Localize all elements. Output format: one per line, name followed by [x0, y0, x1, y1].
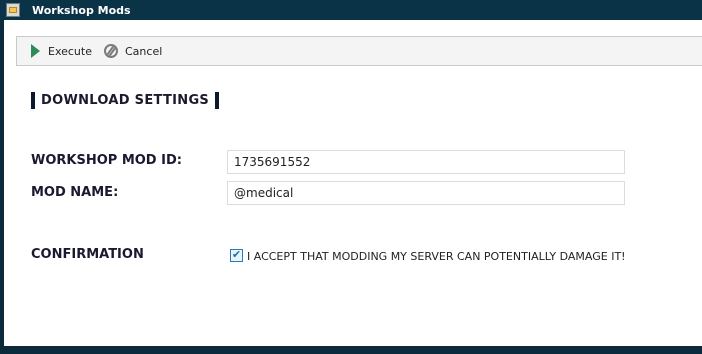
toolbar: Execute Cancel [16, 36, 702, 66]
checkmark-icon: ✔ [231, 249, 242, 261]
mod-name-field[interactable] [227, 181, 625, 205]
window-title: Workshop Mods [32, 3, 131, 17]
confirmation-checkbox[interactable]: ✔ [230, 249, 243, 262]
cancel-button[interactable]: Cancel [104, 37, 162, 65]
section-header: DOWNLOAD SETTINGS [31, 92, 220, 109]
execute-button[interactable]: Execute [31, 37, 92, 65]
section-bar-right [215, 92, 220, 109]
cancel-icon [104, 44, 118, 58]
app-folder-icon [6, 3, 20, 17]
section-title: DOWNLOAD SETTINGS [41, 93, 210, 108]
confirmation-label: CONFIRMATION [31, 247, 144, 262]
bottom-border [0, 346, 702, 354]
mod-name-label: MOD NAME: [31, 185, 119, 200]
cancel-label: Cancel [125, 44, 163, 58]
play-icon [31, 44, 40, 58]
mod-id-label: WORKSHOP MOD ID: [31, 153, 182, 168]
mod-id-field[interactable] [227, 150, 625, 174]
execute-label: Execute [48, 44, 92, 58]
title-bar: Workshop Mods [0, 0, 702, 20]
section-bar-left [31, 92, 35, 109]
main-panel: Execute Cancel DOWNLOAD SETTINGS WORKSHO… [4, 20, 702, 346]
confirmation-text: I ACCEPT THAT MODDING MY SERVER CAN POTE… [247, 250, 626, 263]
